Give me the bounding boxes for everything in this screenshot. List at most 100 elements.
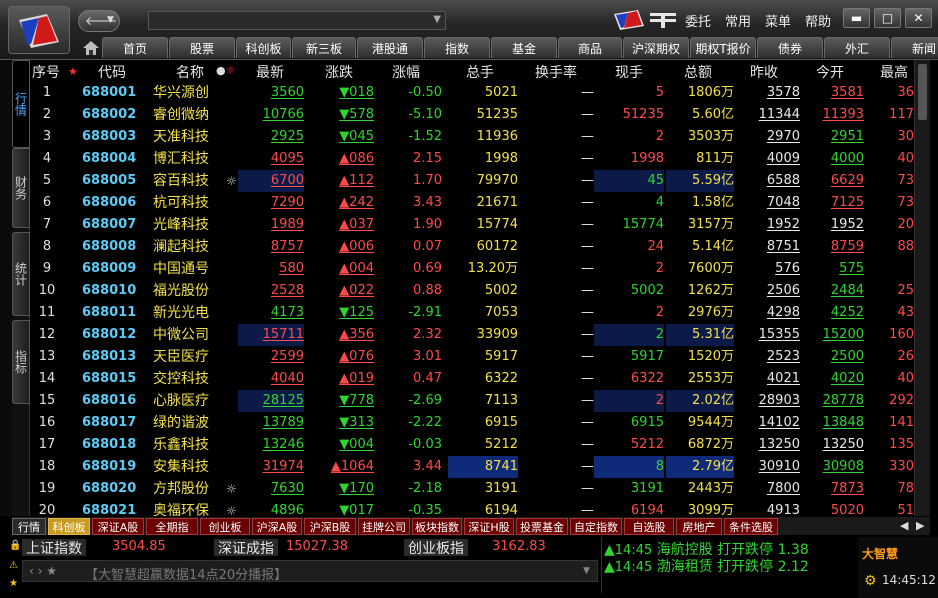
tab-item[interactable]: 新闻 xyxy=(891,37,938,58)
maximize-icon[interactable]: □ xyxy=(874,8,901,28)
column-header[interactable]: 现手 xyxy=(615,62,643,84)
category-tab[interactable]: 挂牌公司 xyxy=(358,518,410,535)
table-row[interactable]: 2 688002 睿创微纳 10766 ▼578 -5.10 51235 — 51235 5.60… xyxy=(30,104,914,126)
gear-icon[interactable]: ⚙ xyxy=(864,573,877,589)
cell-code: 688007 xyxy=(82,217,137,232)
vertical-scrollbar[interactable] xyxy=(914,60,930,516)
category-tab[interactable]: 行情 xyxy=(12,518,46,535)
table-row[interactable]: 18 688019 安集科技 31974 ▲1064 3.44 8741 —8 2.79亿 309… xyxy=(30,456,914,478)
side-tab-stats[interactable]: 统计 xyxy=(12,232,30,316)
scroll-left-icon[interactable]: ◀ xyxy=(900,519,908,532)
table-row[interactable]: 19 688020 方邦股份 7630 ▼170 -2.18 3191—3191 2443万 7… xyxy=(30,478,914,500)
category-tab[interactable]: 自定指数 xyxy=(570,518,622,535)
tab-item[interactable]: 期权T报价 xyxy=(690,37,756,58)
tab-item[interactable]: 新三板 xyxy=(292,37,356,58)
category-tab[interactable]: 房地产 xyxy=(676,518,722,535)
news-ticker[interactable]: ‹ › ★ 【大智慧超赢数据14点20分播报】 ▼ xyxy=(22,560,598,583)
table-row[interactable]: 10 688010 福光股份 2528 ▲022 0.88 5002 — 5002 1262万 25… xyxy=(30,280,914,302)
index-label-sh[interactable]: 上证指数 xyxy=(22,539,86,557)
category-tab[interactable]: 条件选股 xyxy=(724,518,778,535)
tab-item[interactable]: 科创板 xyxy=(236,37,291,58)
table-row[interactable]: 11 688011 新光光电 4173 ▼125 -2.91 7053 — 2 2976万 4298… xyxy=(30,302,914,324)
tab-item[interactable]: 港股通 xyxy=(357,37,423,58)
column-header[interactable]: 序号 xyxy=(32,62,60,84)
table-row[interactable]: 9 688009 中国通号 580 ▲004 0.69 13.20万 — 2 7600万 576 57… xyxy=(30,258,914,280)
table-row[interactable]: 15 688016 心脉医疗 28125 ▼778 -2.69 7113 —2 2.02亿 289… xyxy=(30,390,914,412)
table-row[interactable]: 16 688017 绿的谐波 13789 ▼313 -2.22 6915 — 6915 9544万… xyxy=(30,412,914,434)
app-logo[interactable] xyxy=(8,6,70,54)
column-header[interactable]: 换手率 xyxy=(535,62,577,84)
category-tab[interactable]: 投票基金 xyxy=(516,518,568,535)
table-row[interactable]: 1 688001 华兴源创 3560 ▼018 -0.50 5021 — 5 1806万 3578 3… xyxy=(30,82,914,104)
back-button[interactable]: 🡐 ▼ xyxy=(78,10,120,32)
chevron-down-icon[interactable]: ▼ xyxy=(583,566,590,576)
close-icon[interactable]: ✕ xyxy=(905,8,932,28)
tab-item[interactable]: 外汇 xyxy=(824,37,890,58)
table-row[interactable]: 14 688015 交控科技 4040 ▲019 0.47 6322 — 6322 2553万 40… xyxy=(30,368,914,390)
category-tab[interactable]: 沪深A股 xyxy=(252,518,302,535)
side-tab-finance[interactable]: 财务 xyxy=(12,148,30,228)
search-box[interactable]: ▼ xyxy=(148,11,446,32)
table-row[interactable]: 3 688003 天准科技 2925 ▼045 -1.52 11936 — 2 3503万 2970… xyxy=(30,126,914,148)
category-tab[interactable]: 深证H股 xyxy=(464,518,514,535)
tab-item[interactable]: 首页 xyxy=(102,37,168,58)
table-row[interactable]: 12 688012 中微公司 15711 ▲356 2.32 33909 —2 5.31亿 153… xyxy=(30,324,914,346)
scroll-right-icon[interactable]: ▶ xyxy=(916,519,924,532)
column-header[interactable]: 总额 xyxy=(684,62,712,84)
favorite-star-icon[interactable]: ★ xyxy=(68,65,78,78)
category-tab[interactable]: 创业板 xyxy=(200,518,250,535)
menu-menu[interactable]: 菜单 xyxy=(765,11,791,30)
table-row[interactable]: 5 688005 容百科技 6700 ▲112 1.70 79970—45 5.59亿 6588… xyxy=(30,170,914,192)
tab-item[interactable]: 沪深期权 xyxy=(623,37,689,58)
table-row[interactable]: 4 688004 博汇科技 4095 ▲086 2.15 1998 — 1998 811万 4009… xyxy=(30,148,914,170)
minimize-icon[interactable]: ▬ xyxy=(843,8,870,28)
cell-idx: 5 xyxy=(42,173,52,188)
filter-icon[interactable]: ●☼ xyxy=(216,64,235,77)
column-header[interactable]: 涨跌 xyxy=(325,62,353,84)
tab-item[interactable]: 指数 xyxy=(424,37,490,58)
index-label-sz[interactable]: 深证成指 xyxy=(214,539,278,557)
side-tab-indicators[interactable]: 指标 xyxy=(12,320,30,404)
cell-cur: 2 xyxy=(655,305,664,320)
column-header[interactable]: 名称 xyxy=(176,62,204,84)
column-header[interactable]: 总手 xyxy=(466,62,494,84)
column-header[interactable]: 最新 xyxy=(256,62,284,84)
tab-item[interactable]: 债券 xyxy=(757,37,823,58)
alert-item[interactable]: ▲14:45 渤海租赁 打开跌停 2.12 xyxy=(604,556,809,576)
column-header[interactable]: 最高 xyxy=(880,62,908,84)
column-header[interactable]: 昨收 xyxy=(750,62,778,84)
category-tab[interactable]: 科创板 xyxy=(48,518,90,535)
column-header[interactable]: 涨幅 xyxy=(392,62,420,84)
tab-item[interactable]: 基金 xyxy=(491,37,557,58)
table-row[interactable]: 17 688018 乐鑫科技 13246 ▼004 -0.03 5212 — 5212 6872万… xyxy=(30,434,914,456)
category-tab[interactable]: 沪深B股 xyxy=(304,518,356,535)
menu-trade[interactable]: 委托 xyxy=(685,11,711,30)
scrollbar-thumb[interactable] xyxy=(918,64,927,120)
category-tab[interactable]: 全期指 xyxy=(146,518,198,535)
table-row[interactable]: 13 688013 天臣医疗 2599 ▲076 3.01 5917 — 5917 1520万 25… xyxy=(30,346,914,368)
table-row[interactable]: 6 688006 杭可科技 7290 ▲242 3.43 21671 — 4 1.58亿 7048 7… xyxy=(30,192,914,214)
column-header[interactable]: 今开 xyxy=(816,62,844,84)
menu-help[interactable]: 帮助 xyxy=(805,11,831,30)
category-tab[interactable]: 板块指数 xyxy=(412,518,462,535)
category-tab[interactable]: 自选股 xyxy=(624,518,674,535)
menu-common[interactable]: 常用 xyxy=(725,11,751,30)
news-nav-icon[interactable]: ‹ › ★ xyxy=(29,564,57,578)
index-label-cyb[interactable]: 创业板指 xyxy=(404,539,468,557)
brand-label[interactable]: 大智慧 xyxy=(862,545,898,562)
search-input[interactable] xyxy=(149,14,425,32)
news-text[interactable]: 【大智慧超赢数据14点20分播报】 xyxy=(85,564,287,583)
cell-prev: 28903 xyxy=(758,393,800,408)
tab-item[interactable]: 股票 xyxy=(169,37,235,58)
cell-name: 福光股份 xyxy=(153,283,209,299)
column-header[interactable]: 代码 xyxy=(98,62,126,84)
cell-last: 15711 xyxy=(238,324,304,346)
table-row[interactable]: 8 688008 澜起科技 8757 ▲006 0.07 60172 — 24 5.14亿 8751… xyxy=(30,236,914,258)
side-tab-quotes[interactable]: 行情 xyxy=(12,60,30,148)
table-row[interactable]: 20 688021 奥福环保 4896 ▼017 -0.35 6194—6194 3099万 4… xyxy=(30,500,914,516)
tab-item[interactable]: 商品 xyxy=(558,37,622,58)
table-row[interactable]: 7 688007 光峰科技 1989 ▲037 1.90 15774 — 15774 3157万 1… xyxy=(30,214,914,236)
chevron-down-icon[interactable]: ▼ xyxy=(433,14,441,25)
home-icon[interactable] xyxy=(82,40,100,56)
category-tab[interactable]: 深证A股 xyxy=(92,518,144,535)
